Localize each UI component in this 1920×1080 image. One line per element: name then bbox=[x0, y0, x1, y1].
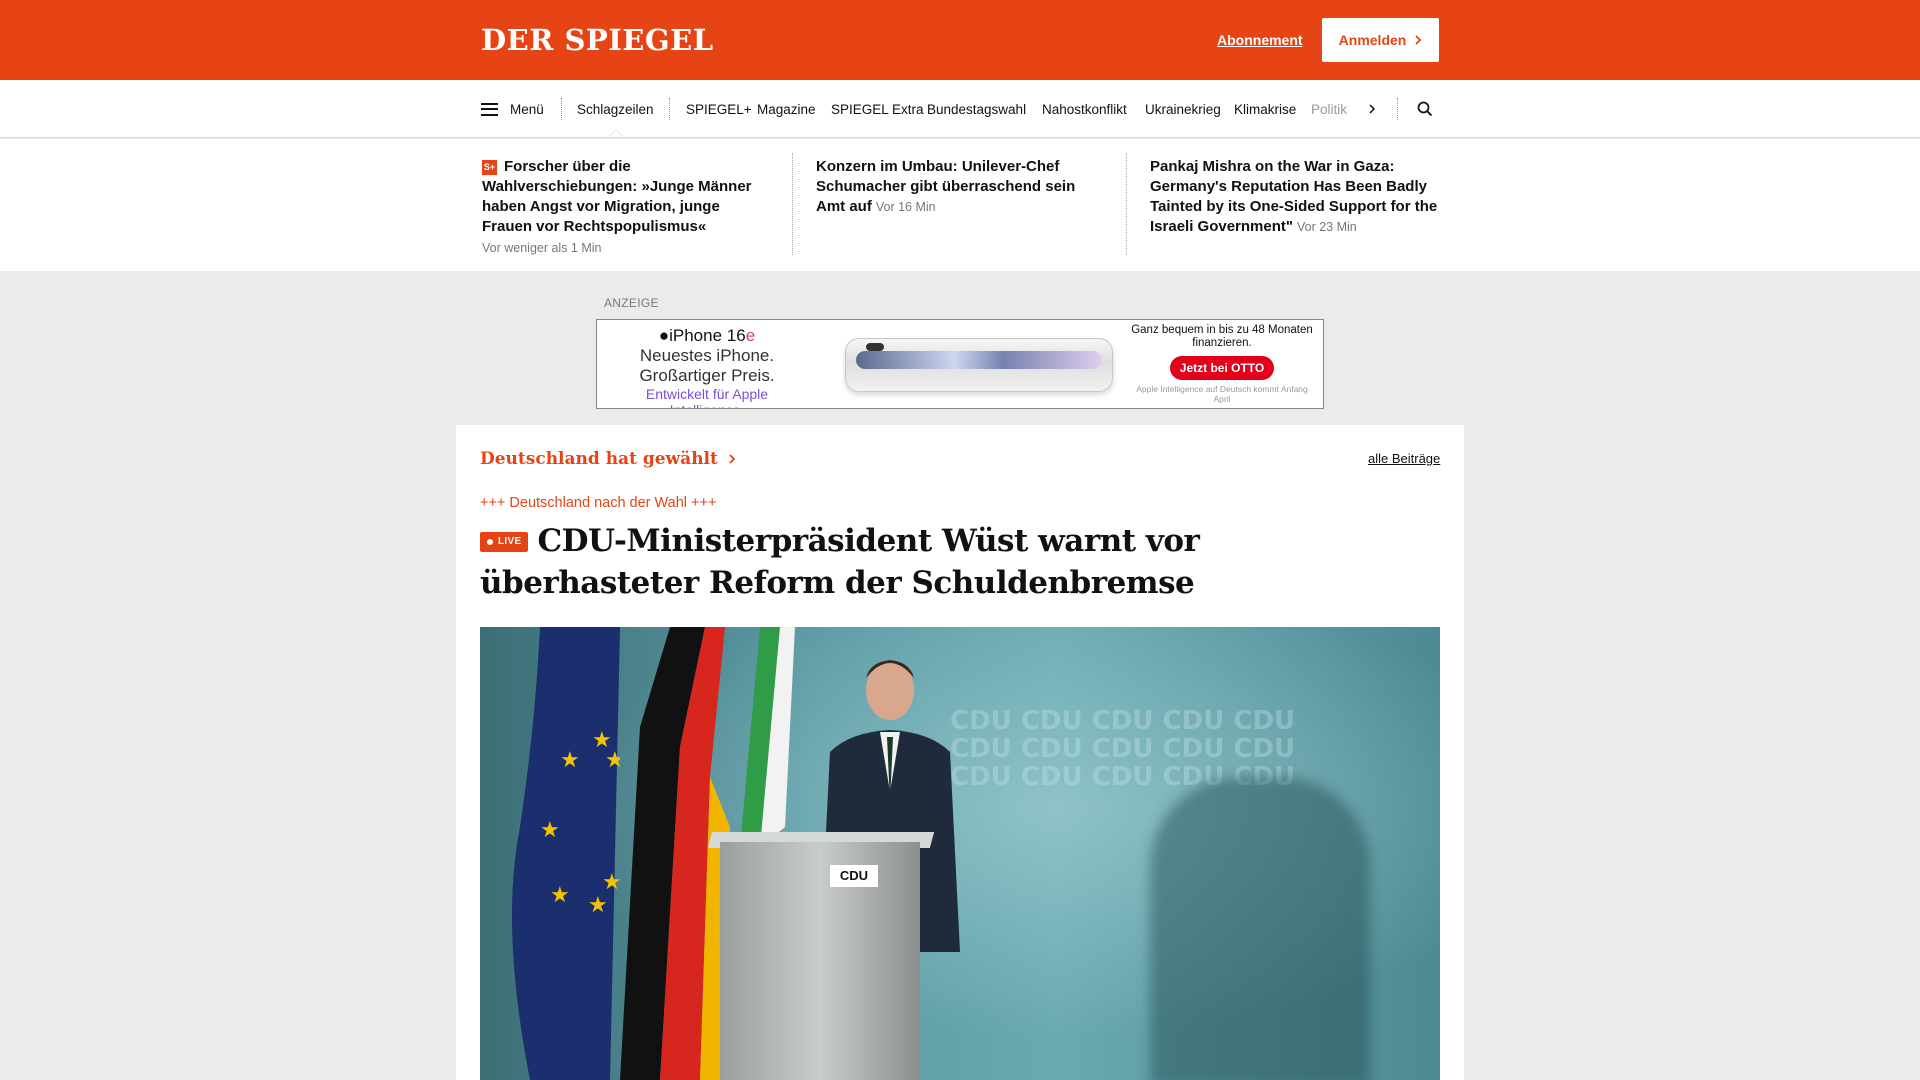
nav-active-caret bbox=[609, 129, 623, 136]
nav-item-bundestagswahl[interactable]: Bundestagswahl bbox=[927, 80, 1026, 138]
menu-button[interactable]: Menü bbox=[481, 80, 544, 138]
top-bar: DER SPIEGEL Abonnement Anmelden bbox=[0, 0, 1920, 80]
live-badge: LIVE bbox=[480, 532, 529, 552]
shadow-silhouette bbox=[1150, 777, 1370, 1080]
main-navigation: Menü Schlagzeilen SPIEGEL+ Magazine SPIE… bbox=[0, 80, 1920, 138]
ad-tagline-ai: Entwickelt für Apple Intelligence. bbox=[645, 386, 769, 408]
chevron-right-icon bbox=[1415, 35, 1422, 45]
phone-camera bbox=[866, 343, 884, 351]
cdu-backdrop-pattern: CDU CDU CDU CDU CDU CDU CDU CDU CDU CDU … bbox=[950, 706, 1296, 792]
ticker-title: Forscher über die Wahlverschiebungen: »J… bbox=[482, 158, 752, 235]
ad-product-suffix: e bbox=[745, 326, 756, 345]
login-button-label: Anmelden bbox=[1338, 32, 1407, 48]
article-photo[interactable]: CDU CDU CDU CDU CDU CDU CDU CDU CDU CDU … bbox=[480, 627, 1440, 1080]
spiegel-logo[interactable]: DER SPIEGEL bbox=[481, 22, 714, 58]
svg-text:★: ★ bbox=[540, 817, 560, 842]
nav-item-spiegel-plus[interactable]: SPIEGEL+ bbox=[686, 80, 752, 138]
ticker-divider bbox=[792, 153, 793, 255]
svg-text:★: ★ bbox=[550, 882, 570, 907]
headline-ticker: S+ Forscher über die Wahlverschiebungen: … bbox=[0, 139, 1920, 271]
nav-divider bbox=[1397, 98, 1398, 120]
ad-right-block: Ganz bequem in bis zu 48 Monaten finanzi… bbox=[1129, 324, 1315, 404]
ad-banner[interactable]: ●iPhone 16e Neuestes iPhone. Großartiger… bbox=[596, 319, 1324, 409]
ticker-item[interactable]: Konzern im Umbau: Unilever-Chef Schumach… bbox=[816, 157, 1106, 217]
ad-text-block: ●iPhone 16e Neuestes iPhone. Großartiger… bbox=[607, 326, 807, 408]
search-button[interactable] bbox=[1417, 80, 1433, 138]
ad-fine-print: Apple Intelligence auf Deutsch kommt Anf… bbox=[1136, 384, 1308, 404]
ticker-item[interactable]: S+ Forscher über die Wahlverschiebungen: … bbox=[482, 157, 772, 258]
podium bbox=[720, 842, 920, 1080]
nav-divider bbox=[561, 98, 562, 120]
abonnement-link[interactable]: Abonnement bbox=[1217, 32, 1303, 48]
podium-logo: CDU bbox=[830, 865, 878, 887]
eu-flag: ★★ ★★ ★ ★ ★ bbox=[512, 627, 620, 1080]
svg-text:★: ★ bbox=[588, 892, 608, 917]
nav-divider bbox=[669, 98, 670, 120]
ticker-time: Vor weniger als 1 Min bbox=[482, 241, 602, 255]
ad-product-title: ●iPhone 16e bbox=[607, 326, 807, 346]
nav-item-politik[interactable]: Politik bbox=[1311, 80, 1347, 138]
search-icon bbox=[1417, 101, 1433, 117]
section-link[interactable]: Deutschland hat gewählt bbox=[480, 449, 736, 469]
menu-icon bbox=[481, 102, 498, 116]
spiegel-plus-badge: S+ bbox=[482, 160, 497, 175]
ticker-time: Vor 23 Min bbox=[1297, 220, 1357, 234]
article-kicker[interactable]: +++ Deutschland nach der Wahl +++ bbox=[480, 495, 716, 511]
login-button[interactable]: Anmelden bbox=[1322, 18, 1439, 62]
ticker-item[interactable]: Pankaj Mishra on the War in Gaza: German… bbox=[1150, 157, 1440, 237]
ad-tagline: Großartiger Preis. bbox=[639, 366, 775, 385]
ticker-title: Konzern im Umbau: Unilever-Chef Schumach… bbox=[816, 158, 1076, 215]
ad-product-name: iPhone 16 bbox=[669, 326, 746, 345]
nav-item-ukrainekrieg[interactable]: Ukrainekrieg bbox=[1145, 80, 1221, 138]
nav-scroll-right[interactable] bbox=[1368, 80, 1376, 138]
ad-finance-text: Ganz bequem in bis zu 48 Monaten finanzi… bbox=[1131, 324, 1313, 349]
svg-text:★: ★ bbox=[560, 747, 580, 772]
ticker-time: Vor 16 Min bbox=[875, 200, 936, 214]
chevron-right-icon bbox=[729, 454, 736, 464]
live-label: LIVE bbox=[498, 536, 522, 547]
ad-tagline: Neuestes iPhone. bbox=[639, 346, 775, 365]
nav-item-spiegel-extra[interactable]: SPIEGEL Extra bbox=[831, 80, 924, 138]
all-articles-link[interactable]: alle Beiträge bbox=[1368, 451, 1440, 466]
chevron-right-icon bbox=[1369, 104, 1376, 114]
nav-item-magazine[interactable]: Magazine bbox=[757, 80, 816, 138]
section-title: Deutschland hat gewählt bbox=[480, 449, 718, 469]
nav-item-klimakrise[interactable]: Klimakrise bbox=[1234, 80, 1296, 138]
nav-item-nahostkonflikt[interactable]: Nahostkonflikt bbox=[1042, 80, 1127, 138]
menu-label: Menü bbox=[510, 101, 544, 117]
german-flag bbox=[620, 627, 730, 1080]
live-dot-icon bbox=[487, 539, 493, 545]
otto-cta-button[interactable]: Jetzt bei OTTO bbox=[1169, 356, 1275, 380]
article-headline[interactable]: LIVE CDU-Ministerpräsident Wüst warnt vor… bbox=[480, 520, 1410, 604]
ticker-divider bbox=[1126, 153, 1127, 255]
phone-screen bbox=[856, 351, 1102, 369]
apple-logo-icon: ● bbox=[658, 326, 670, 345]
ad-label: ANZEIGE bbox=[604, 296, 659, 310]
ticker-title: Pankaj Mishra on the War in Gaza: German… bbox=[1150, 158, 1438, 235]
iphone-image bbox=[845, 338, 1113, 392]
headline-text: CDU-Ministerpräsident Wüst warnt vor übe… bbox=[480, 523, 1200, 601]
